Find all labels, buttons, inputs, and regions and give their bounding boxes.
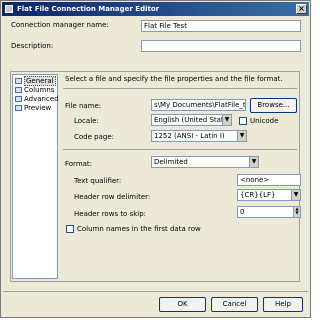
- format-select[interactable]: Delimited ▼: [151, 156, 259, 168]
- app-icon: [5, 5, 13, 13]
- unicode-checkbox[interactable]: [239, 117, 247, 125]
- unicode-label: Unicode: [250, 117, 279, 125]
- nav-item-advanced[interactable]: Advanced: [15, 95, 59, 104]
- cancel-button[interactable]: Cancel: [211, 297, 258, 312]
- ok-button[interactable]: OK: [159, 297, 206, 312]
- header-delimiter-label: Header row delimiter:: [74, 193, 151, 201]
- preview-icon: [15, 105, 22, 111]
- header-rows-skip-field[interactable]: 0 ▲ ▼: [237, 206, 301, 218]
- nav-item-preview[interactable]: Preview: [15, 104, 51, 113]
- locale-label: Locale:: [74, 117, 99, 125]
- text-qualifier-field[interactable]: <none>: [237, 174, 301, 186]
- file-name-field[interactable]: s\My Documents\FlatFile_test.txt: [151, 99, 246, 111]
- advanced-icon: [15, 96, 22, 102]
- header-delimiter-select[interactable]: {CR}{LF} ▼: [237, 189, 301, 201]
- columns-icon: [15, 87, 22, 93]
- code-page-select[interactable]: 1252 (ANSI - Latin I) ▼: [151, 130, 247, 142]
- description-field[interactable]: [141, 40, 301, 52]
- divider: [63, 149, 297, 150]
- intro-text: Select a file and specify the file prope…: [65, 75, 283, 83]
- nav-list: General Columns Advanced Preview: [12, 74, 59, 279]
- chevron-down-icon[interactable]: ▼: [237, 131, 246, 141]
- dialog-window: Flat File Connection Manager Editor × Co…: [0, 0, 311, 318]
- title-bar[interactable]: Flat File Connection Manager Editor ×: [2, 2, 309, 16]
- browse-button[interactable]: Browse...: [250, 98, 297, 113]
- header-rows-skip-label: Header rows to skip:: [74, 210, 147, 218]
- locale-select[interactable]: English (United States) ▼: [151, 114, 232, 126]
- nav-item-columns[interactable]: Columns: [15, 86, 54, 95]
- column-names-label: Column names in the first data row: [77, 225, 201, 233]
- help-button[interactable]: Help: [263, 297, 303, 312]
- close-button[interactable]: ×: [296, 4, 307, 14]
- name-label: Connection manager name:: [11, 21, 109, 29]
- spinner-icon[interactable]: ▲ ▼: [293, 207, 300, 217]
- column-names-checkbox[interactable]: [66, 225, 74, 233]
- format-label: Format:: [65, 160, 93, 168]
- text-qualifier-label: Text qualifier:: [74, 177, 122, 185]
- file-name-label: File name:: [65, 102, 102, 110]
- chevron-down-icon[interactable]: ▼: [222, 115, 231, 125]
- divider: [3, 291, 308, 292]
- divider: [63, 88, 297, 89]
- description-label: Description:: [11, 42, 54, 50]
- chevron-down-icon[interactable]: ▼: [249, 157, 258, 167]
- window-title: Flat File Connection Manager Editor: [17, 5, 160, 13]
- general-icon: [15, 78, 22, 84]
- chevron-down-icon[interactable]: ▼: [291, 190, 300, 200]
- code-page-label: Code page:: [74, 133, 114, 141]
- nav-item-general[interactable]: General: [15, 76, 56, 86]
- name-field[interactable]: Flat File Test: [141, 20, 301, 32]
